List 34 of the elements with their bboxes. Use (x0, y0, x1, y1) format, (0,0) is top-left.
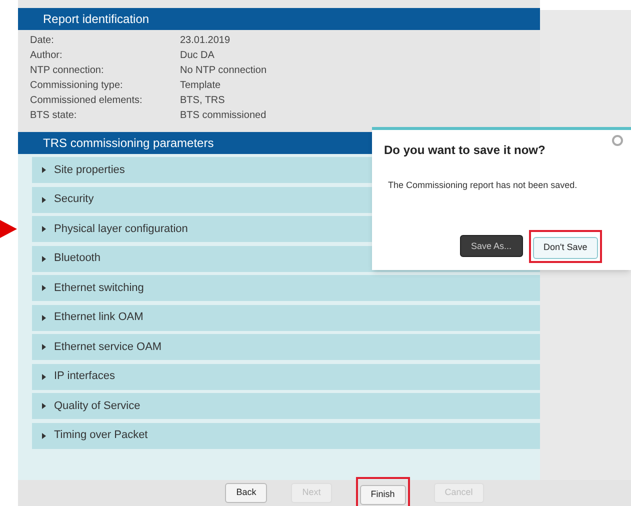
footer-button[interactable]: Back (225, 483, 268, 503)
caret-icon (42, 196, 46, 202)
field-value: 23.01.2019 (180, 34, 232, 48)
section-item[interactable]: IP interfaces (32, 364, 540, 390)
footer-button[interactable]: Finish (360, 484, 406, 505)
field-value: BTS commissioned (180, 109, 268, 123)
caret-icon (42, 226, 46, 232)
field-value: No NTP connection (180, 64, 268, 78)
close-icon[interactable] (612, 135, 623, 146)
caret-icon (42, 432, 46, 438)
section-item[interactable]: Timing over Packet (32, 422, 540, 448)
caret-icon (42, 256, 46, 262)
dialog-button[interactable]: Save As... (460, 235, 523, 258)
field-label: Commissioned elements: (30, 94, 144, 108)
field-label: Author: (30, 49, 64, 63)
caret-icon (42, 403, 46, 409)
field-value: BTS, TRS (180, 94, 226, 108)
caret-icon (42, 374, 46, 380)
field-label: NTP connection: (30, 64, 105, 78)
section-header[interactable]: Report identification (18, 8, 540, 30)
field-value: Duc DA (180, 49, 216, 63)
field-label: Date: (30, 34, 55, 48)
caret-icon (42, 344, 46, 350)
field-value: Template (180, 79, 222, 93)
field-label: Commissioning type: (30, 79, 124, 93)
section-item[interactable]: Ethernet switching (32, 275, 540, 301)
field-label: BTS state: (30, 109, 78, 123)
section-item[interactable]: Quality of Service (32, 393, 540, 419)
caret-icon (42, 285, 46, 291)
caret-icon (42, 314, 46, 320)
section-item[interactable]: Ethernet link OAM (32, 304, 540, 330)
dialog-button[interactable]: Don't Save (532, 236, 598, 259)
section-item[interactable]: Ethernet service OAM (32, 334, 540, 360)
caret-icon (42, 167, 46, 173)
